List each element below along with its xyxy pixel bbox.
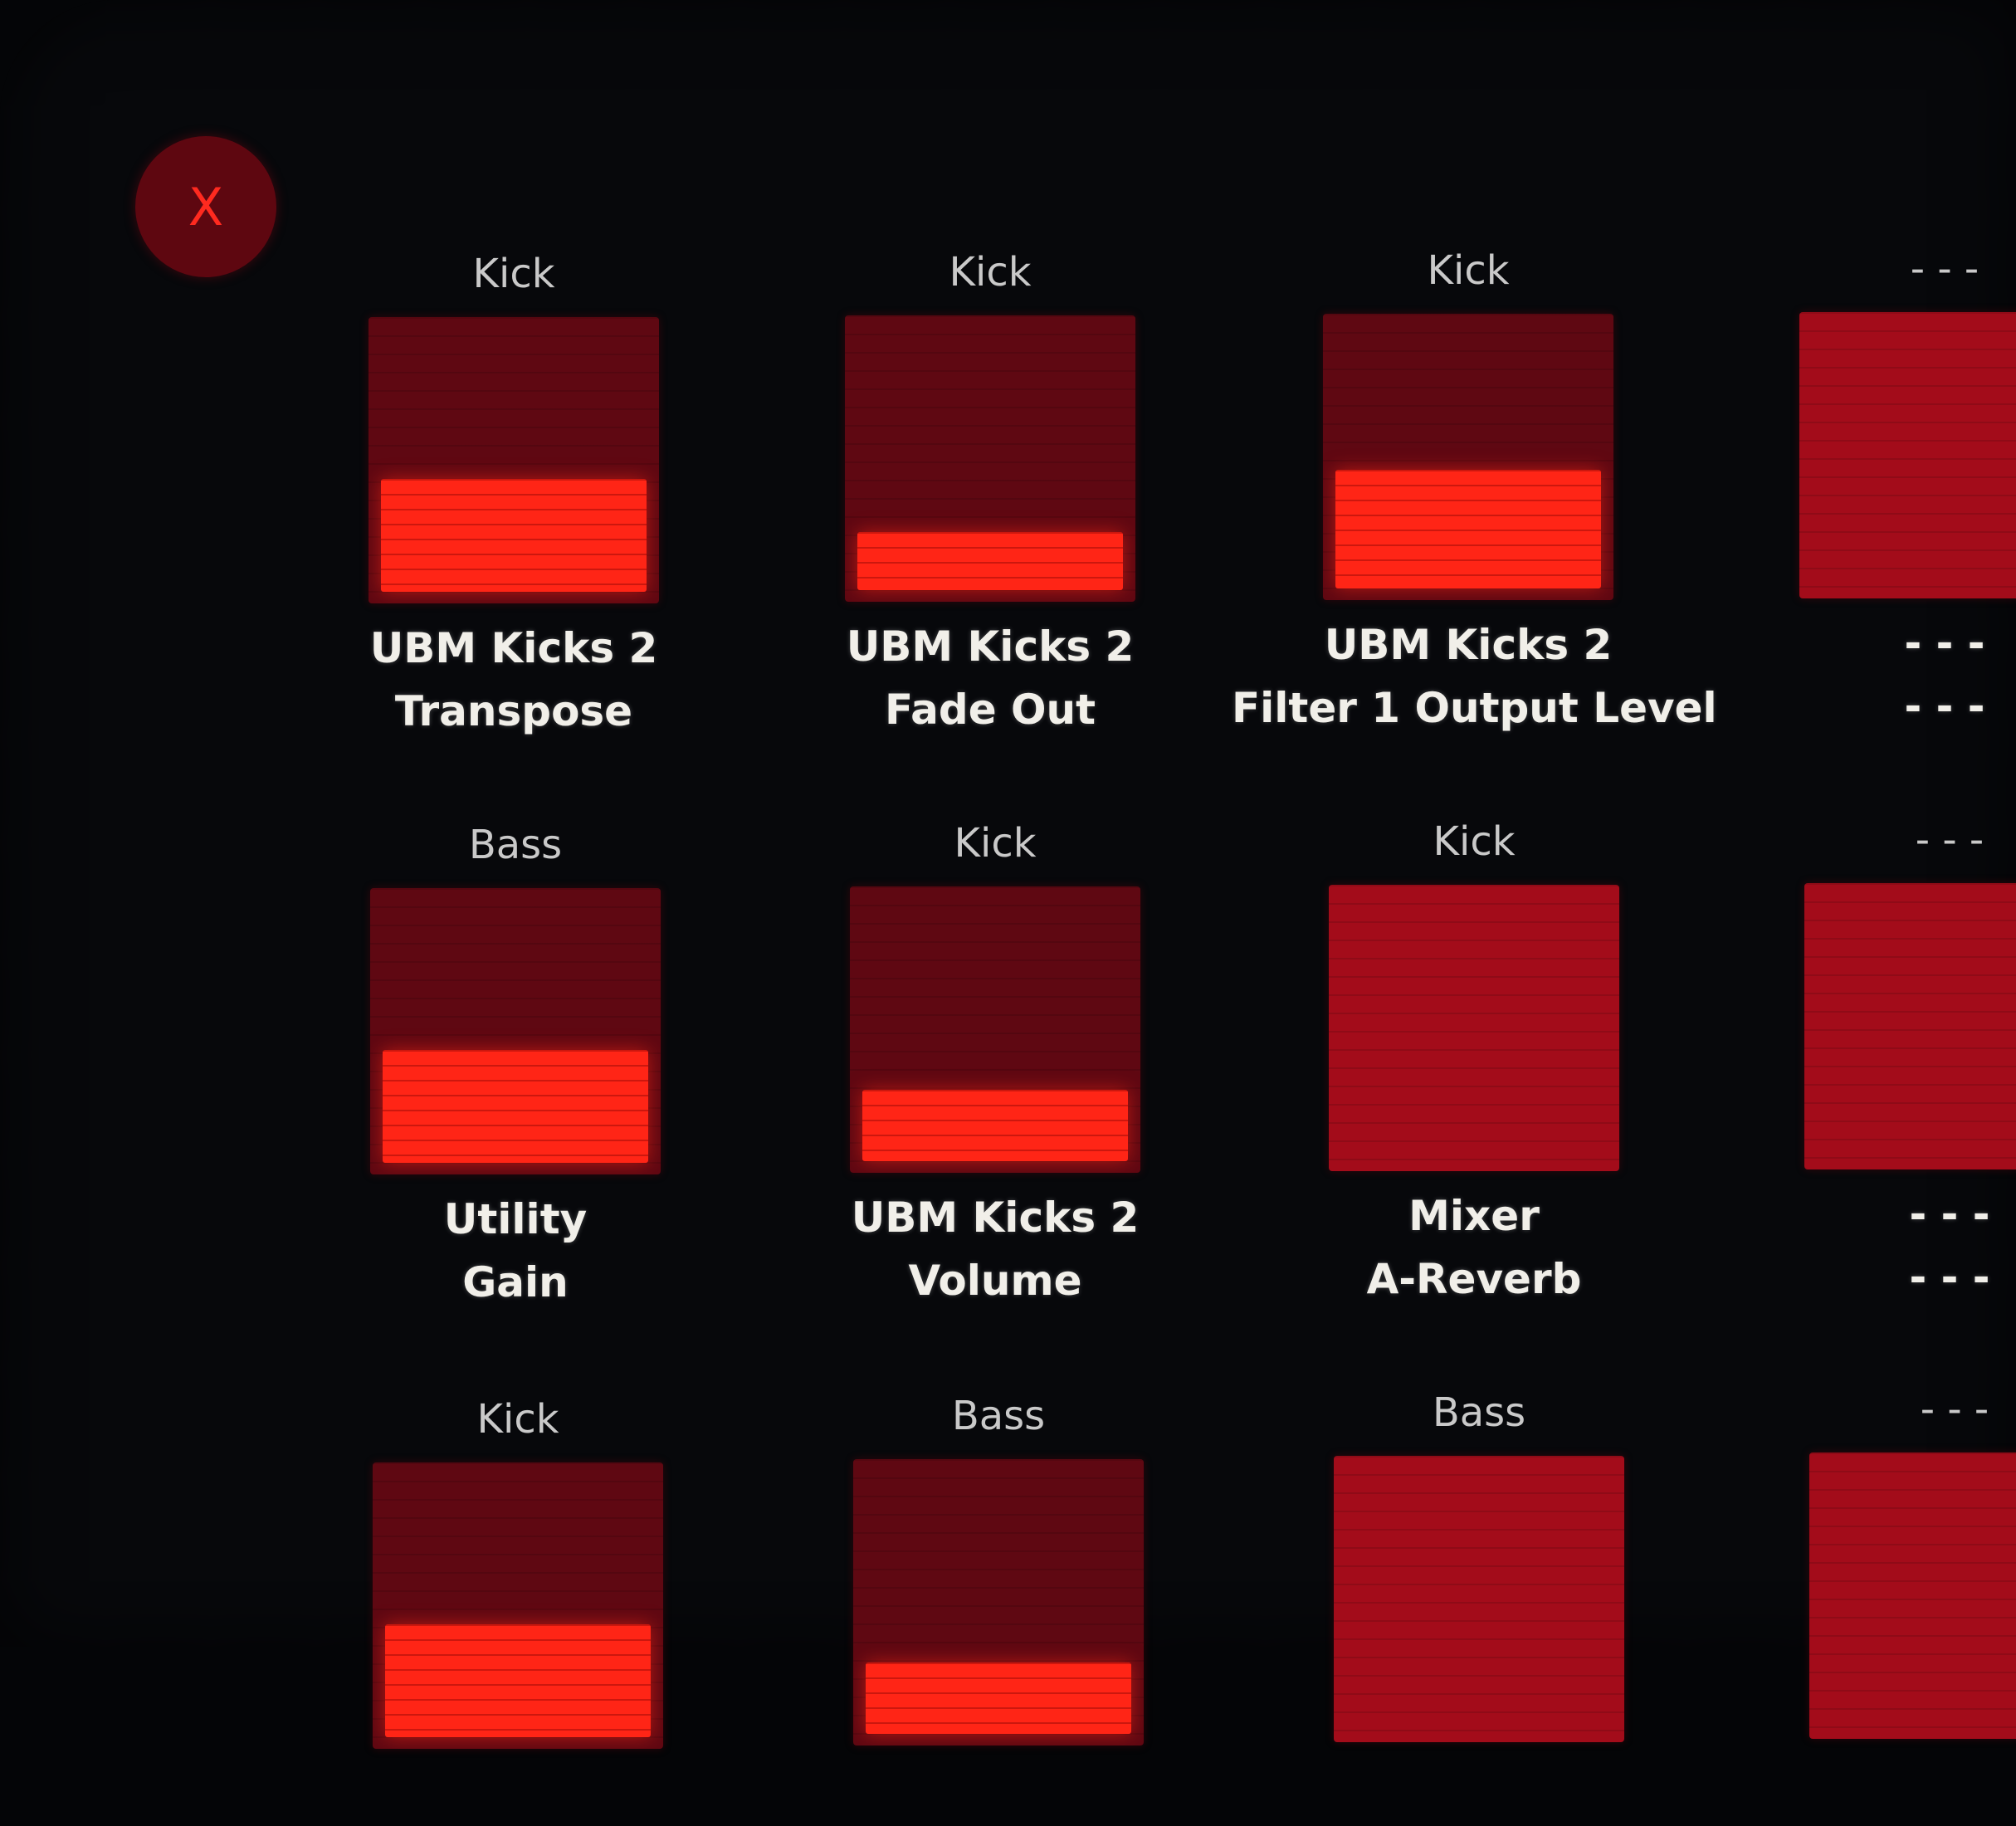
macro-pad[interactable] — [373, 1462, 663, 1749]
macro-level-fill — [385, 1624, 651, 1737]
device-name: - - - — [1904, 619, 1985, 667]
device-name: UBM Kicks 2 — [369, 624, 658, 672]
device-name: - - - — [1909, 1190, 1990, 1238]
macro-cell-r1c1[interactable]: Kick UBM Kicks 2 Transpose — [369, 249, 659, 735]
track-name: Kick — [472, 251, 555, 297]
device-name: Mixer — [1408, 1192, 1540, 1240]
macro-pad[interactable] — [1804, 883, 2016, 1169]
parameter-name: Volume — [908, 1257, 1082, 1305]
parameter-name: Filter 1 Output Level — [1232, 684, 1717, 732]
macro-pad[interactable] — [369, 317, 659, 603]
track-name: Kick — [949, 249, 1032, 295]
macro-level-fill — [1335, 470, 1601, 588]
macro-cell-r2c2[interactable]: Kick UBM Kicks 2 Volume — [850, 818, 1140, 1305]
controller-screen: X Kick UBM Kicks 2 Transpose Kick UBM Ki… — [0, 0, 2016, 1749]
macro-cell-r1c2[interactable]: Kick UBM Kicks 2 Fade Out — [845, 247, 1135, 734]
macro-pad[interactable] — [845, 315, 1135, 602]
macro-level-fill — [383, 1050, 648, 1163]
macro-cell-r3c3[interactable]: Bass — [1334, 1388, 1624, 1819]
macro-cell-r2c4[interactable]: - - - - - - - - - — [1804, 815, 2016, 1301]
track-name: - - - — [1915, 817, 1984, 863]
parameter-name: - - - — [1904, 682, 1985, 730]
track-name: Bass — [1432, 1389, 1526, 1436]
macro-pad[interactable] — [853, 1459, 1144, 1745]
device-name: UBM Kicks 2 — [851, 1194, 1140, 1242]
track-name: Kick — [954, 820, 1037, 867]
macro-cell-r3c2[interactable]: Bass — [853, 1391, 1144, 1823]
track-name: Bass — [951, 1393, 1046, 1439]
track-name: Kick — [1427, 247, 1510, 294]
macro-level-fill — [381, 479, 647, 592]
macro-pad[interactable] — [1799, 312, 2016, 598]
parameter-name: A-Reverb — [1366, 1255, 1582, 1303]
parameter-name: Transpose — [394, 687, 633, 735]
macro-cell-r2c3[interactable]: Kick Mixer A-Reverb — [1329, 817, 1619, 1303]
close-button[interactable]: X — [135, 136, 276, 277]
parameter-name: Gain — [462, 1258, 569, 1306]
macro-cell-r3c1[interactable]: Kick — [373, 1394, 663, 1826]
track-name: Kick — [1433, 818, 1516, 865]
track-name: Kick — [476, 1396, 559, 1443]
macro-pad[interactable] — [370, 888, 661, 1174]
macro-pad[interactable] — [850, 886, 1140, 1173]
macro-pad[interactable] — [1809, 1452, 2016, 1739]
macro-level-fill — [862, 1090, 1128, 1161]
track-name: Bass — [468, 822, 563, 868]
macro-level-fill — [857, 532, 1123, 590]
macro-cell-r1c3[interactable]: Kick UBM Kicks 2 Filter 1 Output Level — [1232, 246, 1717, 732]
track-name: - - - — [1910, 246, 1979, 292]
macro-pad[interactable] — [1323, 314, 1613, 600]
macro-level-fill — [866, 1662, 1131, 1734]
device-name: Utility — [443, 1195, 588, 1243]
macro-pad[interactable] — [1334, 1456, 1624, 1742]
macro-cell-r3c4[interactable]: - - - — [1809, 1384, 2016, 1816]
parameter-name: Fade Out — [884, 686, 1096, 734]
macro-cell-r2c1[interactable]: Bass Utility Gain — [370, 820, 661, 1306]
device-name: UBM Kicks 2 — [846, 622, 1135, 671]
device-name: UBM Kicks 2 — [1324, 621, 1613, 669]
parameter-name: - - - — [1909, 1253, 1990, 1301]
track-name: - - - — [1920, 1386, 1989, 1433]
close-icon: X — [188, 176, 224, 237]
macro-pad[interactable] — [1329, 885, 1619, 1171]
macro-cell-r1c4[interactable]: - - - - - - - - - — [1799, 244, 2016, 730]
